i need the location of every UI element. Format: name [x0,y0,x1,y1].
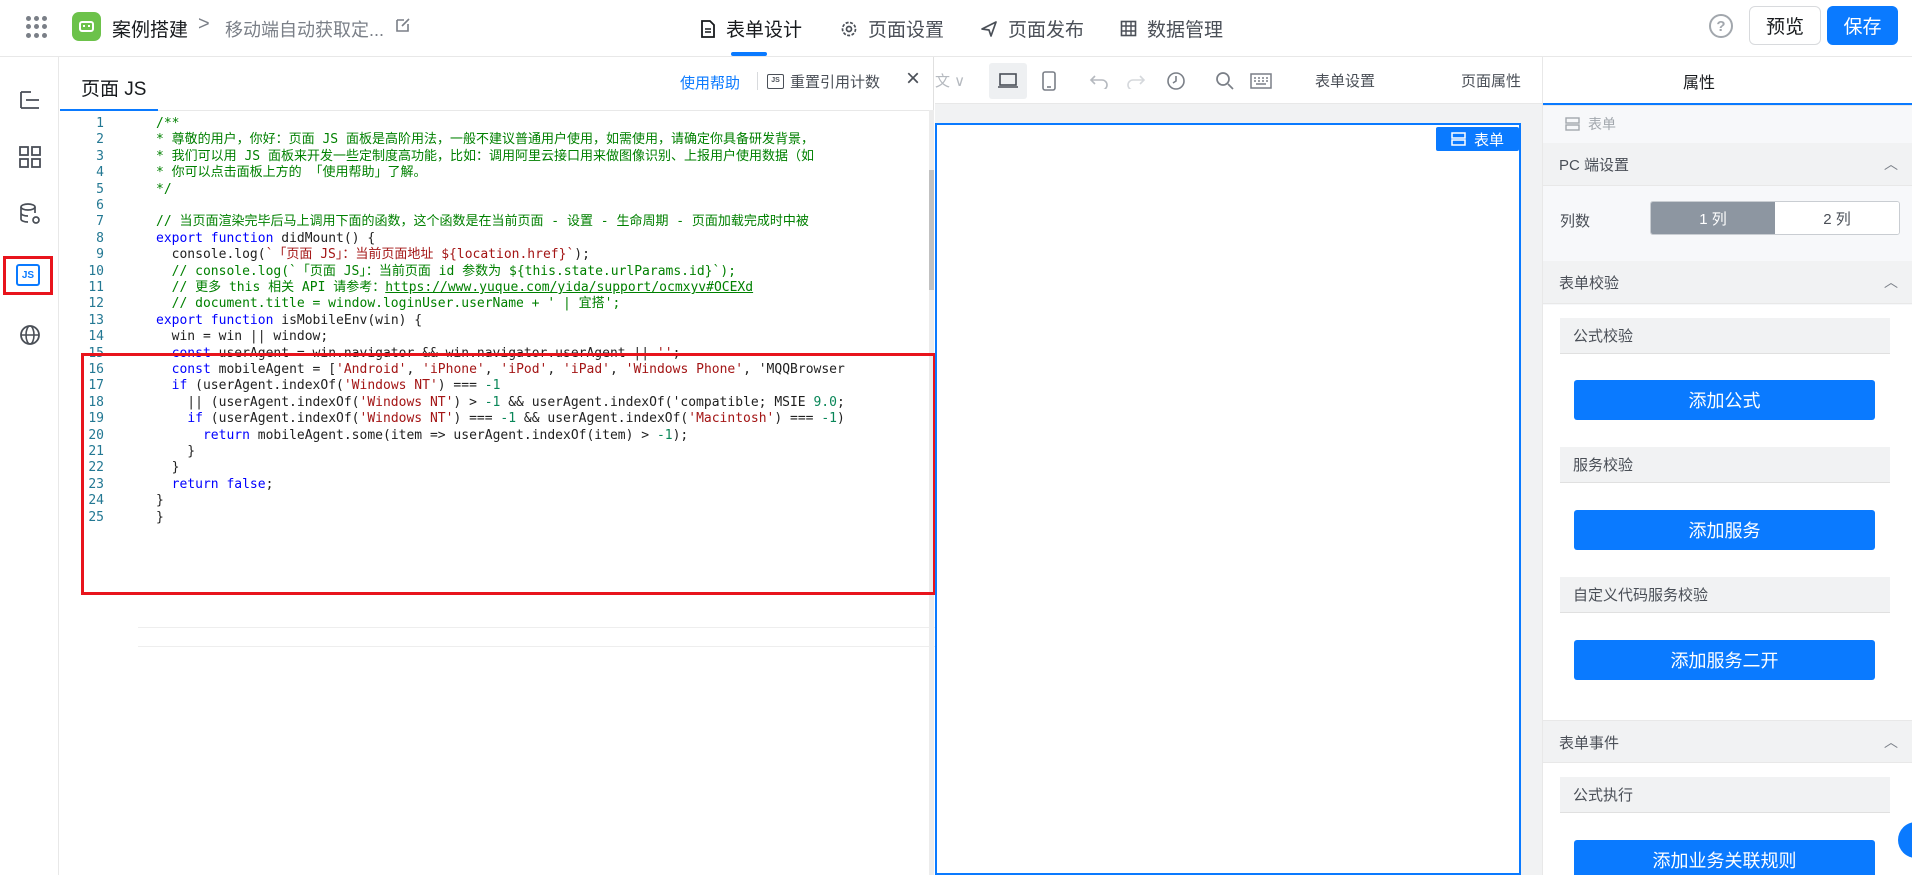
left-sidebar: JS [0,57,59,875]
outline-icon[interactable] [17,87,42,112]
chevron-up-icon: ︿ [1884,274,1898,290]
tab-form-design[interactable]: 表单设计 [700,0,802,57]
tab-data-management-label: 数据管理 [1147,20,1224,41]
js-file-icon: JS [767,74,784,89]
form-settings-button[interactable]: 表单设置 [1315,57,1375,104]
columns-selector: 1 列 2 列 [1650,201,1900,235]
toolbar-overflow-icon[interactable]: 文 ∨ [935,57,965,104]
divider [60,110,934,111]
reset-count-button[interactable]: JS 重置引用计数 [767,71,880,92]
form-icon [1451,132,1466,146]
section-pc-settings[interactable]: PC 端设置 ︿ [1543,143,1912,186]
use-help-link[interactable]: 使用帮助 [680,72,740,93]
tab-page-settings[interactable]: 页面设置 [840,0,944,57]
line-number: 25 [88,509,104,525]
chevron-up-icon: ︿ [1884,156,1898,172]
columns-label: 列数 [1560,213,1591,230]
close-icon[interactable]: × [906,67,920,91]
code-line[interactable]: } [138,508,934,528]
active-tab-indicator [731,52,767,56]
tab-form-design-label: 表单设计 [726,20,803,41]
js-panel: 页面 JS 使用帮助 JS 重置引用计数 × 1/** 2 * 尊敬的用户，你好：页… [60,57,994,875]
js-panel-title: 页面 JS [81,79,147,100]
globe-icon[interactable] [17,322,42,347]
form-node-label: 表单 [1565,110,1616,138]
edit-icon[interactable] [394,16,412,34]
editor-scrollbar[interactable] [929,110,934,875]
columns-option-1[interactable]: 1 列 [1651,202,1775,234]
datasource-icon[interactable] [17,201,42,226]
tab-page-publish[interactable]: 页面发布 [980,0,1084,57]
columns-option-2[interactable]: 2 列 [1775,202,1899,234]
add-service-button[interactable]: 添加服务 [1574,510,1875,550]
undo-icon[interactable] [1089,57,1109,104]
tab-page-publish-label: 页面发布 [1008,20,1085,41]
app-logo-icon [72,12,101,41]
save-button[interactable]: 保存 [1827,6,1898,45]
properties-tab[interactable]: 属性 [1543,57,1912,106]
custom-code-validation-title: 自定义代码服务校验 [1560,577,1890,613]
divider [757,72,758,90]
js-icon[interactable]: JS [16,264,40,286]
page-name[interactable]: 移动端自动获取定... [225,16,384,42]
form-icon [1565,117,1580,131]
form-tag[interactable]: 表单 [1436,127,1519,151]
document-icon [701,19,715,38]
page-props-button[interactable]: 页面属性 [1461,57,1521,104]
history-icon[interactable] [1166,57,1186,104]
section-form-events[interactable]: 表单事件 ︿ [1543,720,1912,763]
section-form-validation[interactable]: 表单校验 ︿ [1543,261,1912,304]
tab-data-management[interactable]: 数据管理 [1120,0,1223,57]
form-node-text: 表单 [1588,116,1616,132]
form-container[interactable] [935,123,1521,875]
add-formula-button[interactable]: 添加公式 [1574,380,1875,420]
properties-tab-label: 属性 [1682,74,1715,92]
gear-icon [841,21,857,36]
formula-exec-title: 公式执行 [1560,777,1890,813]
send-icon [981,20,997,37]
tab-page-settings-label: 页面设置 [868,20,945,41]
add-service-dev-button[interactable]: 添加服务二开 [1574,640,1875,680]
active-tab-indicator [60,109,158,111]
desktop-view-icon[interactable] [989,63,1027,99]
active-tab-indicator [1543,103,1912,105]
components-icon[interactable] [17,144,42,169]
app-root: 案例搭建 > 移动端自动获取定... 表单设计 页面设置 页面发布 数据管理 ?… [0,0,1912,875]
form-tag-label: 表单 [1473,131,1504,149]
top-bar: 案例搭建 > 移动端自动获取定... 表单设计 页面设置 页面发布 数据管理 ?… [0,0,1912,57]
keyboard-icon[interactable] [1250,57,1272,104]
app-name[interactable]: 案例搭建 [112,15,188,42]
formula-validation-title: 公式校验 [1560,318,1890,354]
chevron-up-icon: ︿ [1884,734,1898,750]
redo-icon[interactable] [1126,57,1146,104]
search-icon[interactable] [1215,57,1235,104]
section-title: 表单校验 [1559,275,1620,292]
app-grid-icon[interactable] [26,16,48,38]
add-relation-rule-button[interactable]: 添加业务关联规则 [1574,840,1875,875]
canvas-toolbar: 文 ∨ 表单设置 页面属性 [935,57,1542,104]
current-line-highlight [138,627,994,647]
section-title: 表单事件 [1559,735,1620,752]
table-icon [1120,20,1137,37]
right-properties-panel: 属性 表单 PC 端设置 ︿ 列数 1 列 2 列 表单校验 ︿ 公式校验 添加… [1542,57,1912,875]
help-icon[interactable]: ? [1709,14,1733,38]
preview-button[interactable]: 预览 [1749,6,1821,45]
reset-count-label: 重置引用计数 [790,74,881,91]
service-validation-title: 服务校验 [1560,447,1890,483]
section-title: PC 端设置 [1559,157,1630,174]
breadcrumb-separator-icon: > [198,13,210,35]
mobile-view-icon[interactable] [1042,57,1056,104]
